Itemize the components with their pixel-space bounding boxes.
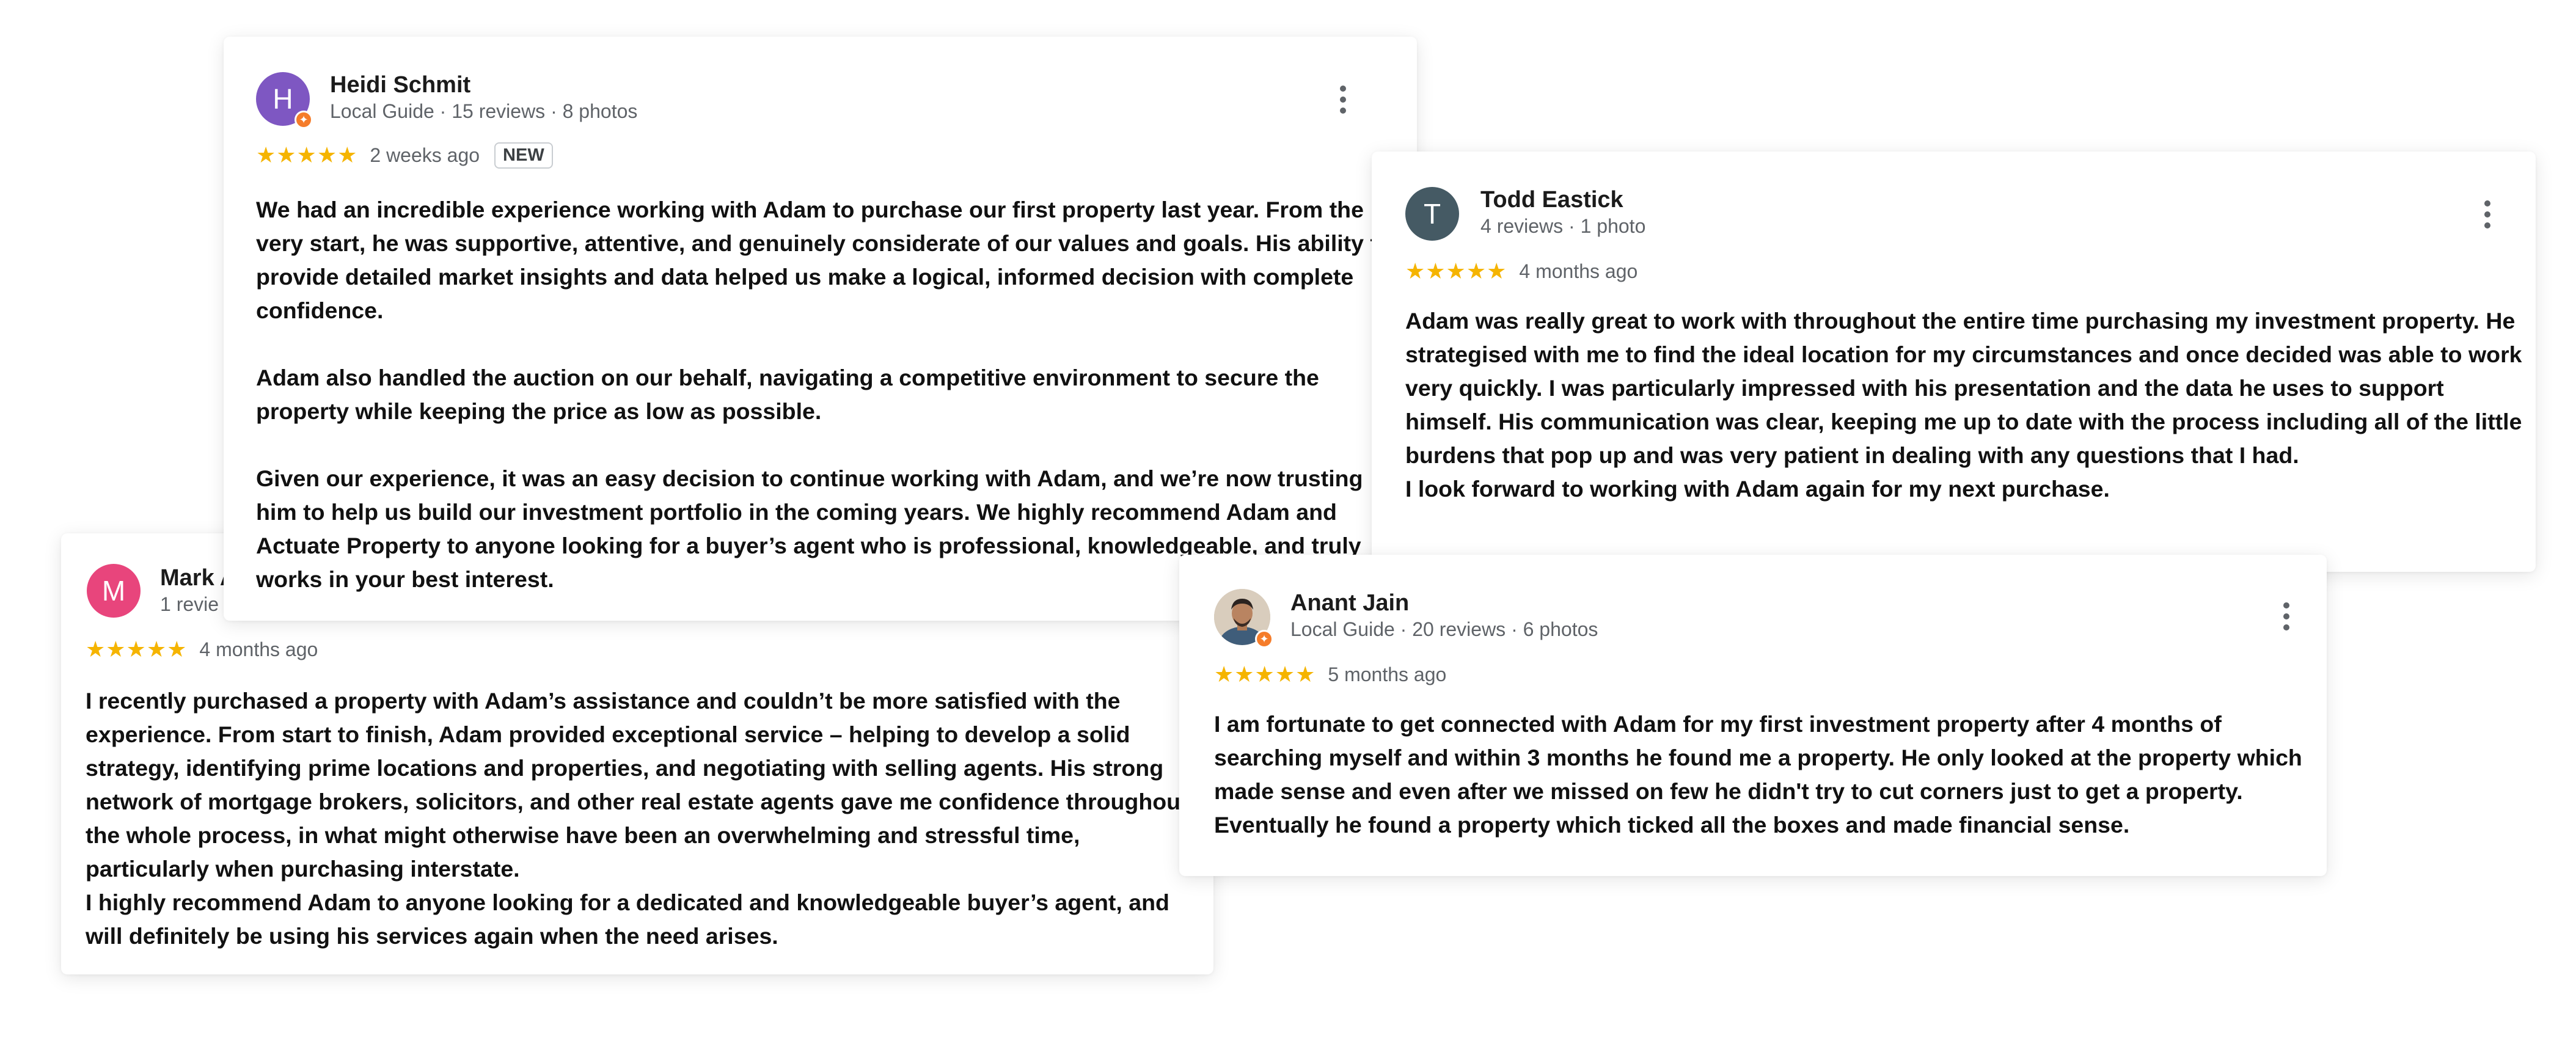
review-date: 4 months ago: [199, 638, 318, 660]
star-rating: ★★★★★: [86, 637, 188, 662]
review-paragraph: I recently purchased a property with Ada…: [86, 688, 1188, 882]
review-paragraph: We had an incredible experience working …: [256, 197, 1392, 323]
reviewer-meta: 4 reviews · 1 photo: [1480, 215, 1646, 237]
review-paragraph: Adam was really great to work with throu…: [1405, 308, 2522, 468]
review-date: 4 months ago: [1519, 260, 1638, 282]
rating-row: ★★★★★ 4 months ago: [1405, 258, 1637, 285]
rating-row: ★★★★★ 4 months ago: [86, 636, 318, 663]
more-vert-icon[interactable]: [1336, 86, 1350, 116]
reviewer-meta: 1 revie: [160, 593, 219, 615]
star-rating: ★★★★★: [256, 142, 358, 167]
review-paragraph: I highly recommend Adam to anyone lookin…: [86, 889, 1169, 949]
rating-row: ★★★★★ 2 weeks ago NEW: [256, 142, 553, 169]
reviewer-name[interactable]: Todd Eastick: [1480, 187, 1623, 213]
rating-row: ★★★★★ 5 months ago: [1214, 661, 1446, 688]
review-paragraph: Adam also handled the auction on our beh…: [256, 365, 1319, 424]
review-date: 5 months ago: [1328, 663, 1447, 685]
more-vert-icon[interactable]: [2279, 602, 2294, 633]
review-text: Adam was really great to work with throu…: [1405, 304, 2531, 506]
avatar[interactable]: M: [87, 564, 141, 618]
avatar[interactable]: ✦: [1214, 589, 1273, 648]
avatar-letter: M: [101, 575, 126, 607]
review-text: We had an incredible experience working …: [256, 193, 1408, 596]
review-date: 2 weeks ago: [370, 144, 480, 166]
new-badge: NEW: [494, 142, 553, 169]
local-guide-badge-icon: ✦: [1255, 630, 1273, 648]
review-paragraph: I look forward to working with Adam agai…: [1405, 476, 2110, 502]
reviewer-meta: Local Guide · 15 reviews · 8 photos: [330, 100, 638, 122]
review-card-anant: ✦ Anant Jain Local Guide · 20 reviews · …: [1179, 555, 2327, 876]
review-card-todd: T Todd Eastick 4 reviews · 1 photo ★★★★★…: [1372, 152, 2536, 572]
avatar[interactable]: H ✦: [256, 72, 313, 129]
review-paragraph: I am fortunate to get connected with Ada…: [1214, 711, 2302, 838]
star-rating: ★★★★★: [1405, 258, 1507, 283]
review-text: I am fortunate to get connected with Ada…: [1214, 707, 2314, 842]
star-rating: ★★★★★: [1214, 662, 1316, 687]
avatar-letter: H: [273, 83, 293, 115]
avatar[interactable]: T: [1405, 187, 1459, 241]
avatar-letter: T: [1423, 198, 1441, 230]
reviewer-name[interactable]: Anant Jain: [1290, 590, 1409, 616]
review-card-heidi: H ✦ Heidi Schmit Local Guide · 15 review…: [224, 37, 1417, 621]
reviewer-name[interactable]: Heidi Schmit: [330, 72, 470, 98]
reviewer-meta: Local Guide · 20 reviews · 6 photos: [1290, 618, 1598, 640]
more-vert-icon[interactable]: [2480, 200, 2495, 231]
review-text: I recently purchased a property with Ada…: [86, 684, 1207, 953]
local-guide-badge-icon: ✦: [295, 111, 313, 129]
